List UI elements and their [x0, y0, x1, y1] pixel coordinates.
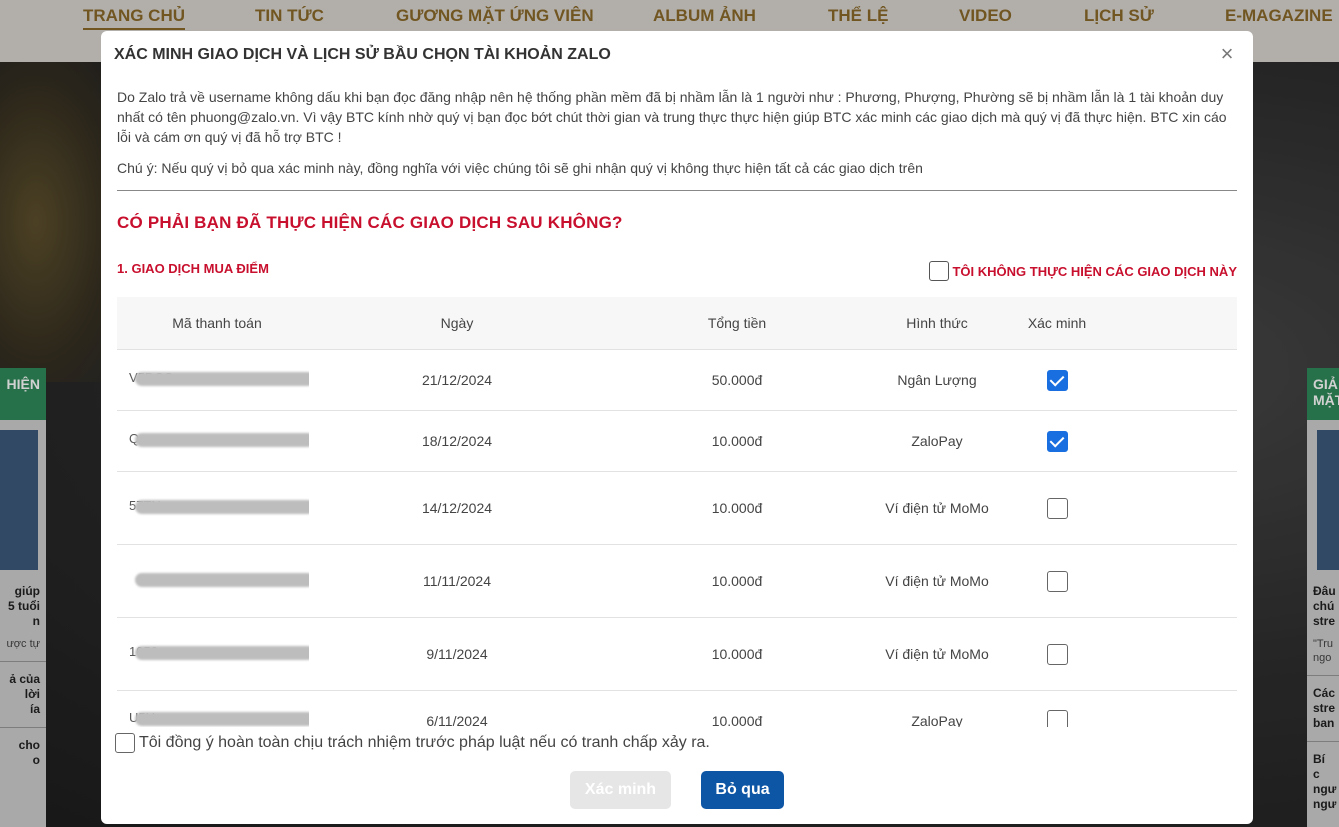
column-header: Ngày	[440, 315, 474, 331]
payment-code-cell: 57TN	[117, 498, 317, 519]
verify-checkbox[interactable]	[1046, 430, 1068, 452]
agree-checkbox[interactable]	[115, 733, 135, 753]
table-row: 1050 9/11/2024 10.000đ Ví điện tử MoMo	[117, 618, 1237, 691]
table-header: Mã thanh toán Ngày Tổng tiền Hình thức X…	[117, 297, 1237, 350]
modal-title: XÁC MINH GIAO DỊCH VÀ LỊCH SỬ BẦU CHỌN T…	[114, 46, 611, 63]
column-header: Hình thức	[906, 315, 968, 331]
amount-cell: 10.000đ	[711, 573, 763, 589]
divider	[117, 190, 1237, 191]
date-cell: 11/11/2024	[423, 573, 491, 589]
method-cell: Ví điện tử MoMo	[885, 646, 989, 662]
agree-toggle[interactable]: Tôi đồng ý hoàn toàn chịu trách nhiệm tr…	[115, 733, 710, 753]
section-title: 1. GIAO DỊCH MUA ĐIỂM	[117, 261, 269, 276]
verify-checkbox[interactable]	[1046, 570, 1068, 592]
payment-code-cell: Q	[117, 431, 317, 452]
question-heading: CÓ PHẢI BẠN ĐÃ THỰC HIỆN CÁC GIAO DỊCH S…	[117, 213, 623, 232]
payment-code-cell: U5U	[117, 710, 317, 727]
method-cell: Ví điện tử MoMo	[885, 573, 989, 589]
amount-cell: 10.000đ	[711, 433, 763, 449]
date-cell: 9/11/2024	[426, 646, 488, 662]
verify-checkbox[interactable]	[1046, 710, 1068, 727]
table-row: 11/11/2024 10.000đ Ví điện tử MoMo	[117, 545, 1237, 618]
method-cell: ZaloPay	[911, 433, 963, 449]
verification-modal: XÁC MINH GIAO DỊCH VÀ LỊCH SỬ BẦU CHỌN T…	[101, 31, 1253, 824]
table-row: U5U 6/11/2024 10.000đ ZaloPay	[117, 691, 1237, 727]
transactions-table: Mã thanh toán Ngày Tổng tiền Hình thức X…	[117, 297, 1237, 727]
date-cell: 21/12/2024	[421, 372, 493, 388]
close-icon[interactable]: ×	[1217, 43, 1237, 65]
amount-cell: 10.000đ	[711, 646, 763, 662]
table-row: Q 18/12/2024 10.000đ ZaloPay	[117, 411, 1237, 472]
payment-code-cell: 1050	[117, 644, 317, 665]
date-cell: 14/12/2024	[421, 500, 493, 516]
column-header: Xác minh	[1027, 315, 1087, 331]
intro-text: Do Zalo trả về username không dấu khi bạ…	[117, 89, 1227, 145]
method-cell: Ngân Lượng	[897, 372, 977, 388]
method-cell: ZaloPay	[911, 712, 963, 728]
verify-checkbox[interactable]	[1046, 497, 1068, 519]
date-cell: 6/11/2024	[426, 712, 488, 728]
not-done-toggle[interactable]: TÔI KHÔNG THỰC HIỆN CÁC GIAO DỊCH NÀY	[929, 261, 1237, 281]
not-done-checkbox[interactable]	[929, 261, 950, 281]
payment-code-cell	[117, 571, 317, 592]
verify-checkbox[interactable]	[1046, 369, 1068, 391]
confirm-button[interactable]: Xác minh	[570, 771, 671, 809]
agree-label: Tôi đồng ý hoàn toàn chịu trách nhiệm tr…	[139, 734, 710, 751]
amount-cell: 50.000đ	[711, 372, 763, 388]
not-done-label: TÔI KHÔNG THỰC HIỆN CÁC GIAO DỊCH NÀY	[952, 263, 1237, 279]
column-header: Tổng tiền	[707, 315, 767, 331]
date-cell: 18/12/2024	[421, 433, 493, 449]
amount-cell: 10.000đ	[711, 500, 763, 516]
table-row: 57TN 14/12/2024 10.000đ Ví điện tử MoMo	[117, 472, 1237, 545]
method-cell: Ví điện tử MoMo	[885, 500, 989, 516]
amount-cell: 10.000đ	[711, 712, 763, 728]
verify-checkbox[interactable]	[1046, 643, 1068, 665]
table-row: V5DCC 21/12/2024 50.000đ Ngân Lượng	[117, 350, 1237, 411]
note-text: Chú ý: Nếu quý vị bỏ qua xác minh này, đ…	[117, 160, 923, 176]
payment-code-cell: V5DCC	[117, 370, 317, 391]
skip-button[interactable]: Bỏ qua	[701, 771, 784, 809]
column-header: Mã thanh toán	[172, 315, 262, 331]
